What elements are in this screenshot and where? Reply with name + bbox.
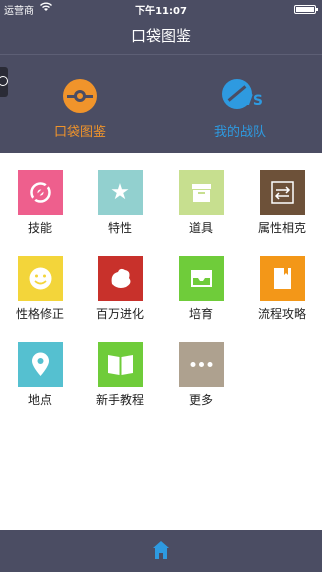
grid-item-label: 属性相克	[257, 221, 306, 235]
grid-item-items[interactable]: 道具	[161, 170, 241, 236]
grid-item-label: 性格修正	[15, 307, 64, 321]
star-icon: ★	[97, 170, 143, 215]
grid-item-label: 道具	[188, 221, 213, 235]
grid-item-walkthrough[interactable]: 流程攻略	[242, 256, 322, 322]
location-icon	[17, 342, 63, 387]
versus-icon: VS	[218, 79, 263, 113]
grid-item-nature[interactable]: 性格修正	[0, 256, 80, 322]
grid-item-location[interactable]: 地点	[0, 342, 80, 408]
grid-item-label: 培育	[188, 307, 213, 321]
status-time: 下午11:07	[135, 6, 187, 17]
smile-icon	[17, 256, 63, 301]
dumpling-icon	[97, 256, 143, 301]
pokedex-button[interactable]: 口袋图鉴	[20, 79, 140, 140]
grid-item-label: 新手教程	[95, 393, 144, 407]
grid-item-label: 特性	[107, 221, 132, 235]
hero-panel: 口袋图鉴 VS 我的战队	[0, 55, 322, 153]
grid-item-breeding[interactable]: 培育	[161, 256, 241, 322]
book-icon	[259, 256, 305, 301]
grid-item-label: 百万进化	[95, 307, 144, 321]
power-icon	[0, 76, 8, 86]
grid-item-label: 地点	[27, 393, 52, 407]
grid-item-ability[interactable]: ★ 特性	[80, 170, 160, 236]
home-icon[interactable]	[152, 540, 170, 560]
bottom-tab-bar	[0, 530, 322, 572]
my-team-label: 我的战队	[213, 125, 266, 140]
grid-item-more[interactable]: 更多	[161, 342, 241, 408]
tray-icon	[178, 256, 224, 301]
my-team-button[interactable]: VS 我的战队	[180, 79, 300, 140]
swap-icon	[259, 170, 305, 215]
page-title: 口袋图鉴	[130, 27, 191, 45]
open-book-icon	[97, 342, 143, 387]
side-tab[interactable]	[0, 67, 8, 97]
grid-item-label: 技能	[27, 221, 52, 235]
nav-bar: 口袋图鉴	[0, 18, 322, 54]
grid-item-label: 流程攻略	[257, 307, 306, 321]
more-icon	[178, 342, 224, 387]
battery-icon	[294, 5, 318, 14]
pokedex-label: 口袋图鉴	[53, 125, 106, 140]
pokeball-icon	[63, 79, 97, 113]
grid-item-label: 更多	[188, 393, 213, 407]
grid-item-tutorial[interactable]: 新手教程	[80, 342, 160, 408]
box-icon	[178, 170, 224, 215]
grid-item-type-chart[interactable]: 属性相克	[242, 170, 322, 236]
grid-item-evolution[interactable]: 百万进化	[80, 256, 160, 322]
status-bar: 运营商 下午11:07	[0, 0, 322, 18]
skill-icon	[17, 170, 63, 215]
grid-item-skill[interactable]: 技能	[0, 170, 80, 236]
